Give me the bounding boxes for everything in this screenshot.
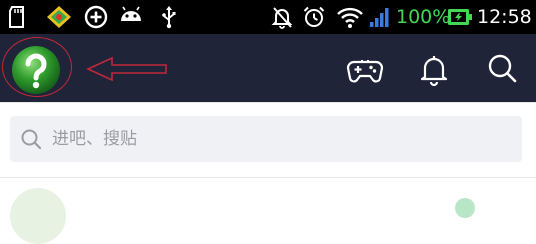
android-icon: [121, 6, 141, 21]
app-header: [0, 34, 536, 102]
forum-avatar[interactable]: [10, 188, 66, 244]
usb-icon: [162, 6, 176, 29]
status-bar: 100% 12:58: [0, 0, 536, 34]
search-placeholder: 进吧、搜贴: [52, 129, 137, 149]
alarm-icon: [303, 6, 325, 27]
search-icon: [21, 129, 42, 150]
signal-icon: [370, 8, 389, 27]
app-notification-icon: [47, 6, 71, 28]
silent-icon: [271, 7, 293, 29]
header-search-icon[interactable]: [483, 50, 521, 88]
battery-percent: 100%: [396, 6, 451, 28]
wifi-icon: [337, 7, 363, 28]
clock-time: 12:58: [477, 6, 532, 28]
battery-charging-icon: [448, 9, 472, 25]
annotation-circle: [2, 37, 72, 97]
list-divider: [0, 177, 536, 178]
notification-bell-icon[interactable]: [415, 50, 453, 88]
sd-card-icon: [9, 6, 24, 28]
search-input[interactable]: 进吧、搜贴: [10, 116, 522, 162]
game-controller-icon[interactable]: [346, 50, 384, 88]
add-circle-icon: [84, 5, 108, 29]
item-badge: [455, 198, 475, 218]
annotation-arrow: [86, 56, 167, 82]
header-divider: [0, 102, 536, 103]
